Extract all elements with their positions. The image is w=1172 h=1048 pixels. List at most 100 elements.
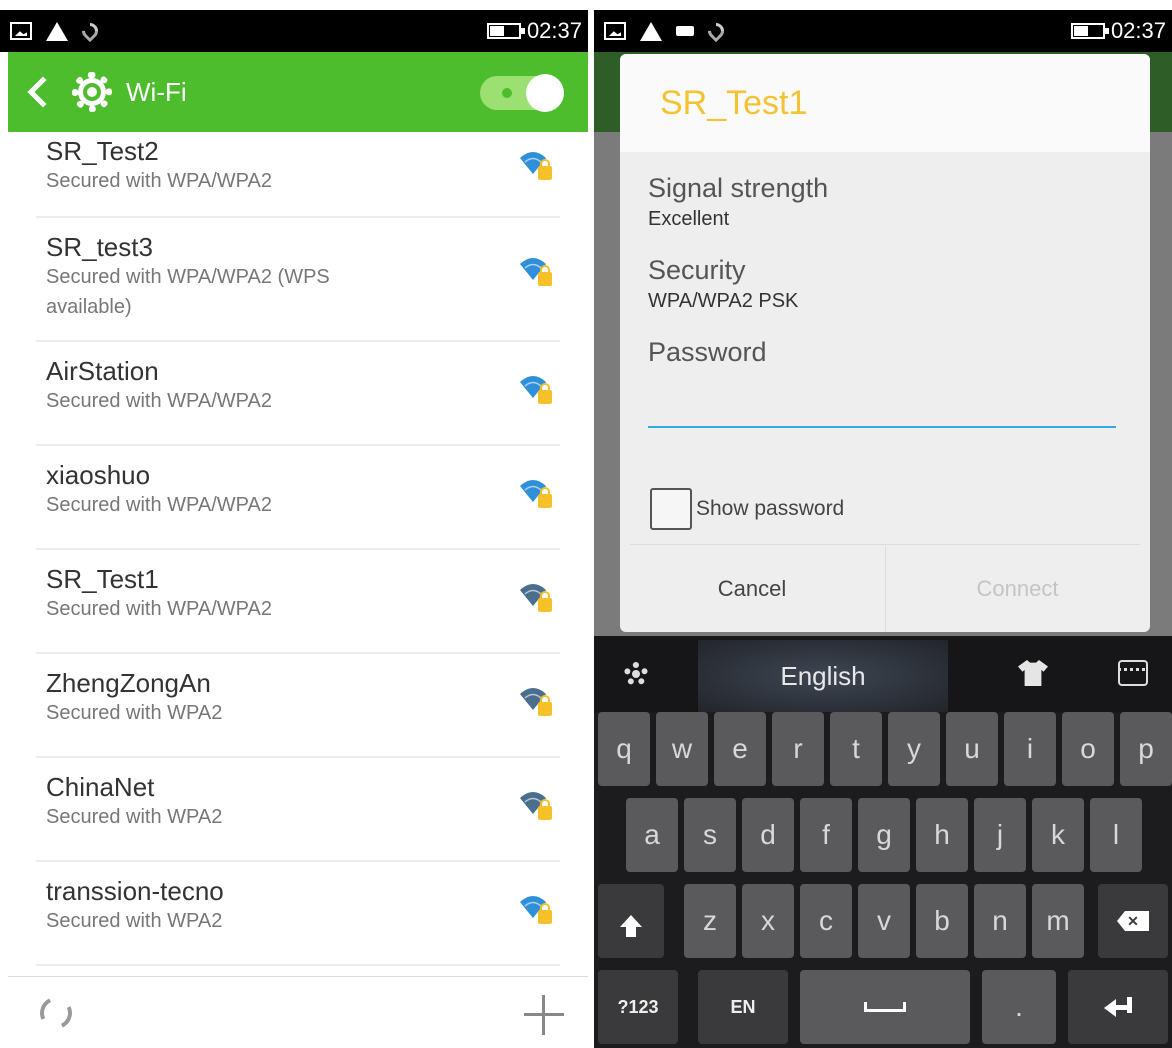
password-label: Password bbox=[648, 337, 767, 367]
key-x[interactable]: x bbox=[742, 884, 794, 958]
network-item[interactable]: SR_Test2 Secured with WPA/WPA2 bbox=[36, 132, 560, 218]
shift-key[interactable] bbox=[598, 884, 664, 958]
image-notification-icon bbox=[604, 22, 626, 40]
key-d[interactable]: d bbox=[742, 798, 794, 872]
network-item[interactable]: ZhengZongAn Secured with WPA2 bbox=[36, 654, 560, 758]
space-key[interactable] bbox=[800, 970, 970, 1044]
connect-button[interactable]: Connect bbox=[885, 546, 1149, 632]
show-password-row[interactable]: Show password bbox=[650, 488, 844, 530]
key-t[interactable]: t bbox=[830, 712, 882, 786]
theme-shirt-icon[interactable] bbox=[1018, 660, 1048, 686]
key-e[interactable]: e bbox=[714, 712, 766, 786]
spacebar-icon bbox=[864, 1002, 906, 1012]
network-security: Secured with WPA/WPA2 (WPS available) bbox=[46, 266, 330, 318]
network-security: Secured with WPA/WPA2 bbox=[46, 170, 272, 192]
key-u[interactable]: u bbox=[946, 712, 998, 786]
key-i[interactable]: i bbox=[1004, 712, 1056, 786]
key-c[interactable]: c bbox=[800, 884, 852, 958]
password-field[interactable] bbox=[648, 392, 1116, 428]
network-security: Secured with WPA/WPA2 bbox=[46, 598, 272, 620]
backspace-key[interactable]: ✕ bbox=[1098, 884, 1168, 958]
key-s[interactable]: s bbox=[684, 798, 736, 872]
keyboard-toolbar: English bbox=[594, 636, 1172, 712]
wifi-toggle[interactable] bbox=[480, 74, 564, 112]
connect-dialog-screen: 02:37 SR_Test1 Signal strength Excellent… bbox=[594, 0, 1172, 1048]
network-name: AirStation bbox=[46, 356, 159, 386]
network-name: SR_Test1 bbox=[46, 564, 159, 594]
key-k[interactable]: k bbox=[1032, 798, 1084, 872]
enter-icon bbox=[1104, 997, 1132, 1017]
message-icon bbox=[676, 26, 694, 36]
image-notification-icon bbox=[10, 22, 32, 40]
network-security: Secured with WPA2 bbox=[46, 910, 223, 932]
key-l[interactable]: l bbox=[1090, 798, 1142, 872]
wifi-signal-lock-icon bbox=[516, 372, 552, 404]
network-security: Secured with WPA/WPA2 bbox=[46, 390, 272, 412]
network-item[interactable]: SR_test3 Secured with WPA/WPA2 (WPS avail… bbox=[36, 218, 560, 342]
screenshot-root: 02:37 Wi-Fi SR_Test2 Secured with WPA/WPA… bbox=[0, 0, 1172, 1048]
wifi-signal-lock-icon bbox=[516, 476, 552, 508]
key-w[interactable]: w bbox=[656, 712, 708, 786]
key-p[interactable]: p bbox=[1120, 712, 1172, 786]
status-time: 02:37 bbox=[1110, 18, 1166, 43]
wifi-signal-lock-icon bbox=[516, 684, 552, 716]
security-label: Security bbox=[648, 255, 746, 285]
key-f[interactable]: f bbox=[800, 798, 852, 872]
cancel-button[interactable]: Cancel bbox=[620, 546, 884, 632]
key-j[interactable]: j bbox=[974, 798, 1026, 872]
show-password-checkbox[interactable] bbox=[650, 488, 692, 530]
network-name: ChinaNet bbox=[46, 772, 155, 802]
refresh-icon[interactable] bbox=[35, 992, 77, 1034]
network-item[interactable]: SR_Test1 Secured with WPA/WPA2 bbox=[36, 550, 560, 654]
key-v[interactable]: v bbox=[858, 884, 910, 958]
period-key[interactable]: . bbox=[982, 970, 1056, 1044]
keyboard-layout-icon[interactable] bbox=[1118, 660, 1148, 686]
network-security: Secured with WPA/WPA2 bbox=[46, 494, 272, 516]
network-item[interactable]: AirStation Secured with WPA/WPA2 bbox=[36, 342, 560, 446]
key-g[interactable]: g bbox=[858, 798, 910, 872]
status-time: 02:37 bbox=[526, 18, 582, 43]
network-item[interactable]: ChinaNet Secured with WPA2 bbox=[36, 758, 560, 862]
security-value: WPA/WPA2 PSK bbox=[648, 290, 799, 312]
keyboard-settings-icon[interactable] bbox=[624, 662, 648, 686]
enter-key[interactable] bbox=[1068, 970, 1168, 1044]
key-a[interactable]: a bbox=[626, 798, 678, 872]
key-z[interactable]: z bbox=[684, 884, 736, 958]
wifi-settings-screen: 02:37 Wi-Fi SR_Test2 Secured with WPA/WPA… bbox=[0, 0, 588, 1048]
wifi-signal-lock-icon bbox=[516, 788, 552, 820]
wifi-signal-lock-icon bbox=[516, 148, 552, 180]
add-network-icon[interactable] bbox=[524, 995, 564, 1035]
network-security: Secured with WPA2 bbox=[46, 702, 223, 724]
backspace-icon: ✕ bbox=[1117, 911, 1149, 931]
key-m[interactable]: m bbox=[1032, 884, 1084, 958]
battery-icon bbox=[486, 23, 525, 39]
key-n[interactable]: n bbox=[974, 884, 1026, 958]
key-r[interactable]: r bbox=[772, 712, 824, 786]
key-q[interactable]: q bbox=[598, 712, 650, 786]
shift-icon bbox=[620, 915, 642, 937]
battery-icon bbox=[1070, 23, 1109, 39]
toggle-knob bbox=[526, 74, 564, 112]
language-key[interactable]: EN bbox=[698, 970, 788, 1044]
key-o[interactable]: o bbox=[1062, 712, 1114, 786]
language-selector[interactable]: English bbox=[698, 640, 948, 712]
status-bar: 02:37 bbox=[0, 10, 588, 52]
warning-icon bbox=[46, 21, 68, 41]
network-item[interactable]: xiaoshuo Secured with WPA/WPA2 bbox=[36, 446, 560, 550]
symbols-key[interactable]: ?123 bbox=[598, 970, 678, 1044]
key-b[interactable]: b bbox=[916, 884, 968, 958]
back-icon[interactable] bbox=[27, 76, 59, 108]
settings-gear-icon[interactable] bbox=[70, 70, 114, 114]
key-h[interactable]: h bbox=[916, 798, 968, 872]
network-name: transsion-tecno bbox=[46, 876, 224, 906]
status-bar: 02:37 bbox=[594, 10, 1172, 52]
network-name: ZhengZongAn bbox=[46, 668, 211, 698]
signal-strength-label: Signal strength bbox=[648, 173, 829, 203]
wifi-status-icon bbox=[78, 19, 102, 43]
dialog-divider bbox=[630, 544, 1140, 545]
wifi-status-icon bbox=[704, 19, 728, 43]
key-y[interactable]: y bbox=[888, 712, 940, 786]
network-item[interactable]: transsion-tecno Secured with WPA2 bbox=[36, 862, 560, 966]
page-title: Wi-Fi bbox=[126, 76, 187, 107]
signal-strength-value: Excellent bbox=[648, 208, 730, 230]
